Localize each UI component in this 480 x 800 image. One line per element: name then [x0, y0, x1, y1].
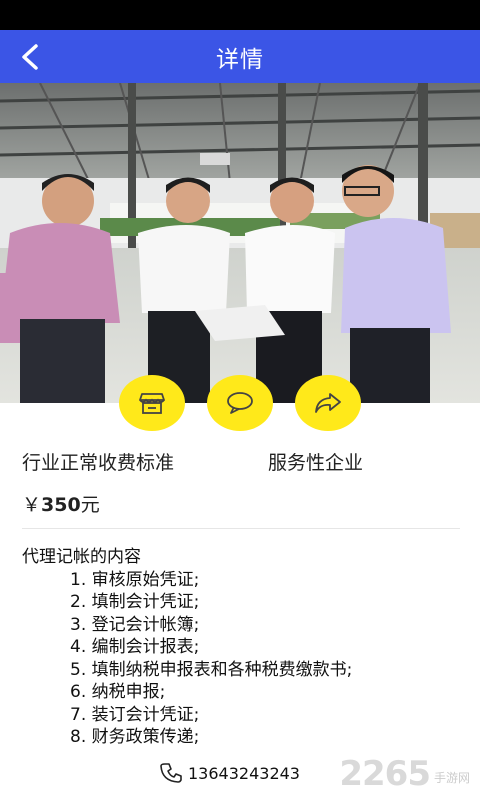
price: ￥350元	[22, 490, 100, 517]
info-row: 行业正常收费标准 服务性企业	[22, 448, 462, 475]
price-unit: 元	[80, 494, 100, 516]
comment-button[interactable]	[207, 375, 273, 431]
watermark-number: 2265	[339, 754, 431, 794]
store-icon	[139, 393, 165, 414]
phone-link[interactable]: 13643243243	[160, 762, 300, 784]
list-item: 5. 填制纳税申报表和各种税费缴款书;	[70, 659, 353, 680]
list-item: 6. 纳税申报;	[70, 682, 166, 702]
watermark: 2265 手游网	[339, 754, 470, 794]
action-buttons	[0, 375, 480, 431]
phone-number: 13643243243	[188, 763, 300, 783]
back-arrow-icon	[22, 43, 38, 70]
list-item: 8. 财务政策传递;	[70, 727, 200, 747]
description-title: 代理记帐的内容	[22, 547, 141, 567]
share-icon	[315, 393, 341, 413]
description-list: 1. 审核原始凭证; 2. 填制会计凭证; 3. 登记会计帐簿; 4. 编制会计…	[22, 569, 462, 749]
chat-icon	[227, 392, 253, 414]
store-button[interactable]	[119, 375, 185, 431]
page-title: 详情	[216, 46, 264, 73]
description: 代理记帐的内容 1. 审核原始凭证; 2. 填制会计凭证; 3. 登记会计帐簿;…	[22, 546, 462, 749]
category-label: 服务性企业	[268, 452, 364, 474]
list-item: 4. 编制会计报表;	[70, 637, 200, 657]
fee-standard-label: 行业正常收费标准	[22, 452, 175, 474]
phone-icon	[160, 763, 182, 783]
watermark-site: 手游网	[433, 771, 470, 785]
list-item: 1. 审核原始凭证;	[70, 569, 200, 590]
divider	[22, 528, 460, 529]
price-value: 350	[41, 494, 81, 516]
list-item: 2. 填制会计凭证;	[70, 592, 200, 612]
list-item: 7. 装订会计凭证;	[70, 704, 200, 725]
price-symbol: ￥	[22, 494, 42, 516]
header-bar: 详情	[0, 30, 480, 83]
hero-photo	[0, 83, 480, 403]
status-bar	[0, 0, 480, 30]
list-item: 3. 登记会计帐簿;	[70, 614, 200, 635]
share-button[interactable]	[295, 375, 361, 431]
back-button[interactable]	[12, 39, 48, 75]
